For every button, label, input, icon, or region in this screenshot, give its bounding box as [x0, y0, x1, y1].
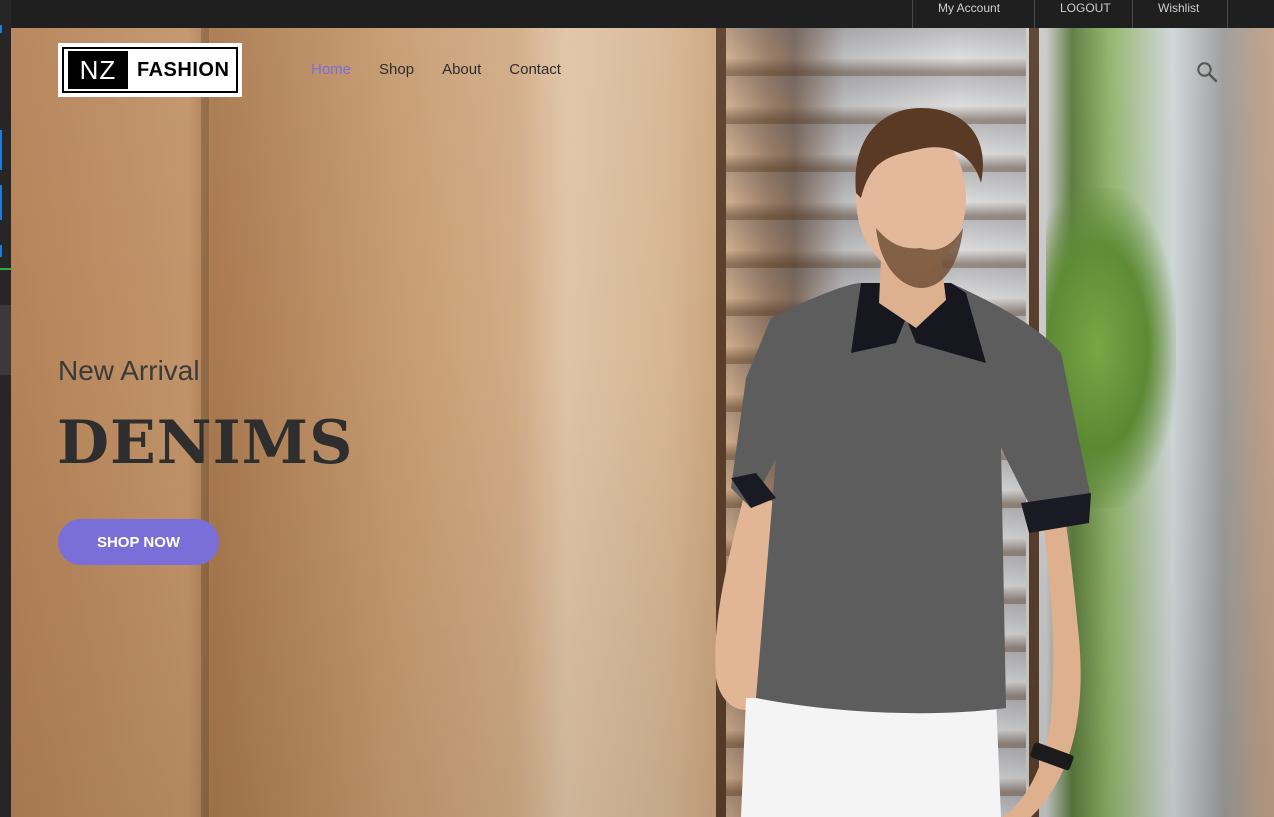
- nav-home[interactable]: Home: [311, 61, 351, 78]
- nav-shop[interactable]: Shop: [379, 61, 414, 78]
- top-bar: My Account LOGOUT Wishlist: [11, 0, 1274, 28]
- wishlist-link[interactable]: Wishlist: [1132, 0, 1228, 28]
- nav-contact[interactable]: Contact: [509, 61, 561, 78]
- model-photo: [715, 108, 1091, 817]
- hero-title: DENIMS: [57, 408, 354, 478]
- model-right-arm: [1001, 508, 1081, 817]
- logout-link[interactable]: LOGOUT: [1034, 0, 1132, 28]
- nav-about[interactable]: About: [442, 61, 481, 78]
- edge-marker: [0, 130, 2, 170]
- edge-marker: [0, 185, 2, 220]
- logo-mark: NZ: [68, 51, 128, 89]
- hero-banner: NZ FASHION Home Shop About Contact New A…: [11, 28, 1274, 817]
- hero-subtitle: New Arrival: [58, 355, 200, 386]
- edge-marker: [0, 25, 2, 33]
- logo-frame: NZ FASHION: [62, 47, 238, 93]
- logo-wordmark: FASHION: [137, 58, 230, 81]
- search-icon[interactable]: [1196, 61, 1218, 83]
- left-edge-strip: [0, 0, 11, 817]
- edge-panel: [0, 305, 11, 375]
- my-account-link[interactable]: My Account: [912, 0, 1034, 28]
- brand-logo[interactable]: NZ FASHION: [58, 43, 242, 97]
- model-trousers: [741, 698, 1001, 817]
- account-links: My Account LOGOUT Wishlist: [912, 0, 1228, 28]
- edge-marker: [0, 268, 11, 270]
- model-polo-shirt: [731, 283, 1091, 714]
- edge-marker: [0, 245, 2, 257]
- main-nav: Home Shop About Contact: [311, 61, 561, 78]
- shop-now-button[interactable]: SHOP NOW: [58, 519, 219, 565]
